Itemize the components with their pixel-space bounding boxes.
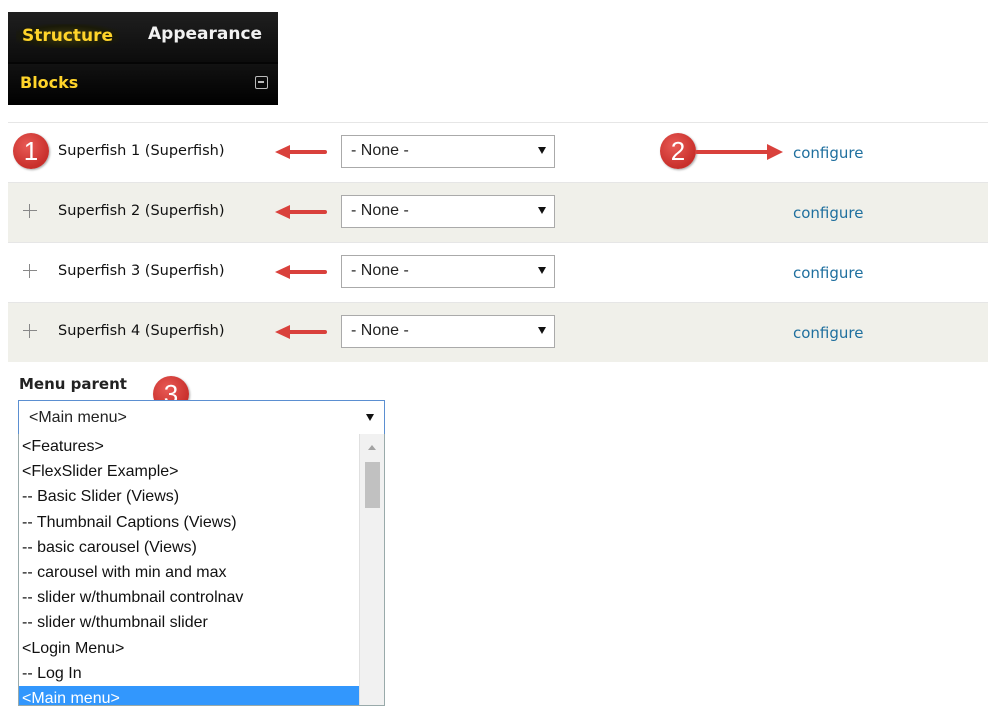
drag-handle-icon[interactable] [22, 323, 38, 339]
menu-parent-select[interactable]: <Main menu> [18, 400, 385, 435]
configure-link[interactable]: configure [793, 204, 863, 222]
region-select[interactable]: - None - [341, 255, 555, 288]
list-item[interactable]: -- carousel with min and max [19, 560, 360, 585]
drag-handle-icon[interactable] [22, 263, 38, 279]
tab-appearance[interactable]: Appearance [148, 24, 262, 44]
region-select-value: - None - [351, 322, 409, 339]
block-name: Superfish 3 (Superfish) [58, 263, 225, 279]
arrow-right-icon [695, 144, 783, 160]
arrow-left-icon [275, 265, 327, 279]
caret-down-icon [366, 414, 374, 421]
region-select-value: - None - [351, 202, 409, 219]
caret-down-icon [538, 327, 546, 334]
admin-toolbar: Structure Appearance Blocks [8, 12, 278, 105]
list-item[interactable]: <FlexSlider Example> [19, 459, 360, 484]
blocks-table: Superfish 1 (Superfish) - None - configu… [8, 122, 988, 362]
block-name: Superfish 2 (Superfish) [58, 203, 225, 219]
configure-link[interactable]: configure [793, 324, 863, 342]
region-select-value: - None - [351, 142, 409, 159]
annotation-badge: 2 [660, 133, 696, 169]
list-item[interactable]: -- slider w/thumbnail slider [19, 610, 360, 635]
subtab-blocks[interactable]: Blocks [20, 73, 78, 92]
tab-structure[interactable]: Structure [16, 24, 120, 48]
list-item[interactable]: -- Thumbnail Captions (Views) [19, 510, 360, 535]
region-select[interactable]: - None - [341, 135, 555, 168]
table-row: Superfish 1 (Superfish) - None - configu… [8, 122, 988, 182]
region-select[interactable]: - None - [341, 315, 555, 348]
region-select[interactable]: - None - [341, 195, 555, 228]
list-item[interactable]: -- slider w/thumbnail controlnav [19, 585, 360, 610]
arrow-left-icon [275, 205, 327, 219]
menu-parent-select-value: <Main menu> [29, 409, 127, 426]
list-item[interactable]: <Features> [19, 434, 360, 459]
toolbar-sub-bar: Blocks [8, 64, 278, 105]
list-item[interactable]: -- Log In [19, 661, 360, 686]
block-name: Superfish 1 (Superfish) [58, 143, 225, 159]
list-item-selected[interactable]: <Main menu> [19, 685, 360, 705]
list-item[interactable]: <Login Menu> [19, 636, 360, 661]
scroll-thumb[interactable] [365, 462, 380, 508]
list-item[interactable]: -- basic carousel (Views) [19, 535, 360, 560]
annotation-badge: 1 [13, 133, 49, 169]
configure-link[interactable]: configure [793, 264, 863, 282]
configure-link[interactable]: configure [793, 144, 863, 162]
block-name: Superfish 4 (Superfish) [58, 323, 225, 339]
caret-down-icon [538, 267, 546, 274]
scrollbar[interactable] [359, 434, 384, 705]
table-row: Superfish 3 (Superfish) - None - configu… [8, 242, 988, 302]
menu-parent-dropdown-list: <Features> <FlexSlider Example> -- Basic… [18, 434, 385, 706]
arrow-left-icon [275, 145, 327, 159]
scroll-up-icon[interactable] [368, 445, 376, 450]
region-select-value: - None - [351, 262, 409, 279]
arrow-left-icon [275, 325, 327, 339]
table-row: Superfish 2 (Superfish) - None - configu… [8, 182, 988, 242]
list-item[interactable]: -- Basic Slider (Views) [19, 484, 360, 509]
drag-handle-icon[interactable] [22, 203, 38, 219]
exit-icon[interactable] [255, 76, 268, 89]
caret-down-icon [538, 207, 546, 214]
table-row: Superfish 4 (Superfish) - None - configu… [8, 302, 988, 362]
caret-down-icon [538, 147, 546, 154]
toolbar-top-bar: Structure Appearance [8, 12, 278, 62]
menu-parent-label: Menu parent [19, 375, 127, 393]
